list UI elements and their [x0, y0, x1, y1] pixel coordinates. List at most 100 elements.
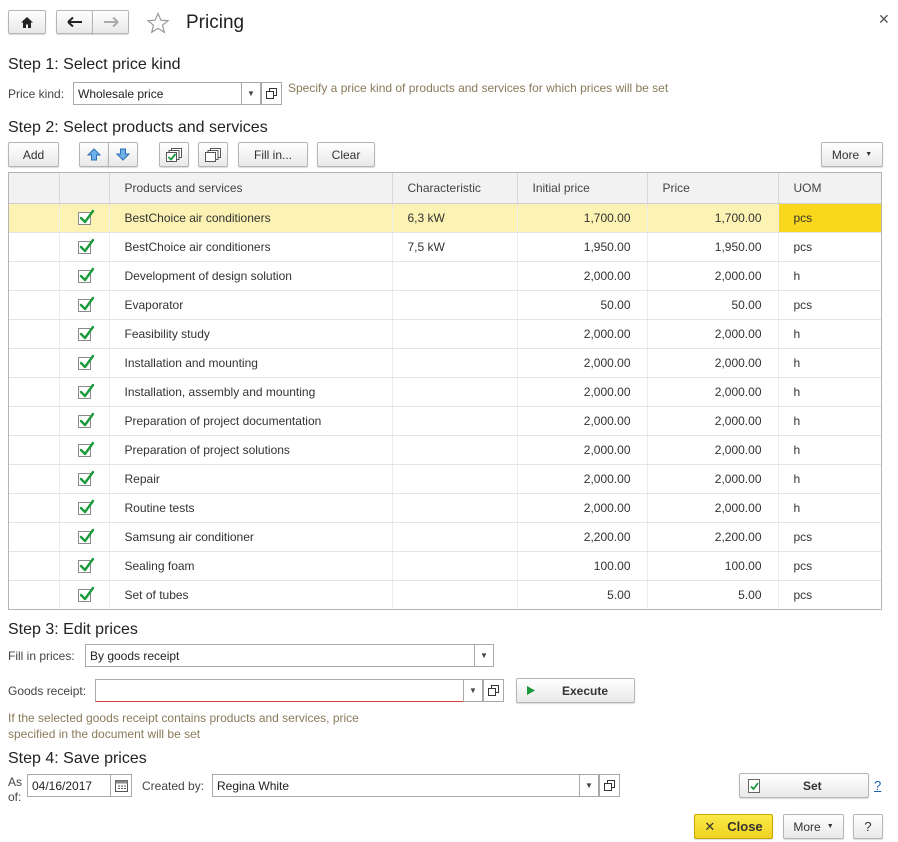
price-cell[interactable]: 2,000.00	[647, 377, 779, 407]
row-check-cell[interactable]	[59, 232, 110, 262]
characteristic-cell[interactable]	[392, 580, 518, 609]
initial-price-cell[interactable]: 2,000.00	[517, 377, 648, 407]
row-checkbox[interactable]	[77, 557, 94, 574]
row-checkbox[interactable]	[77, 354, 94, 371]
close-icon[interactable]: ✕	[878, 11, 890, 28]
footer-more-button[interactable]: More ▼	[783, 814, 844, 839]
initial-price-cell[interactable]: 1,950.00	[517, 232, 648, 262]
table-row[interactable]: Development of design solution 2,000.00 2,…	[9, 261, 881, 291]
characteristic-cell[interactable]	[392, 551, 518, 581]
price-cell[interactable]: 2,200.00	[647, 522, 779, 552]
uom-cell[interactable]: pcs	[778, 522, 881, 552]
product-cell[interactable]: Feasibility study	[109, 319, 393, 349]
execute-button[interactable]: Execute	[516, 678, 635, 703]
table-row[interactable]: Preparation of project solutions 2,000.00…	[9, 435, 881, 465]
characteristic-cell[interactable]	[392, 406, 518, 436]
uom-cell[interactable]: pcs	[778, 551, 881, 581]
product-cell[interactable]: Samsung air conditioner	[109, 522, 393, 552]
row-check-cell[interactable]	[59, 464, 110, 494]
product-cell[interactable]: BestChoice air conditioners	[109, 203, 393, 233]
price-kind-dropdown-button[interactable]: ▼	[241, 82, 261, 105]
product-cell[interactable]: Evaporator	[109, 290, 393, 320]
table-row[interactable]: Installation and mounting 2,000.00 2,000.0…	[9, 348, 881, 378]
column-header-price[interactable]: Price	[647, 173, 779, 204]
row-check-cell[interactable]	[59, 290, 110, 320]
row-check-cell[interactable]	[59, 580, 110, 609]
table-row[interactable]: Preparation of project documentation 2,00…	[9, 406, 881, 436]
uncheck-all-button[interactable]	[198, 142, 228, 167]
uom-cell[interactable]: pcs	[778, 232, 881, 262]
characteristic-cell[interactable]	[392, 493, 518, 523]
price-kind-field[interactable]: Wholesale price	[73, 82, 242, 105]
initial-price-cell[interactable]: 50.00	[517, 290, 648, 320]
price-cell[interactable]: 2,000.00	[647, 406, 779, 436]
row-marker-cell[interactable]	[9, 377, 60, 407]
row-checkbox[interactable]	[77, 296, 94, 313]
row-checkbox[interactable]	[77, 528, 94, 545]
initial-price-cell[interactable]: 2,000.00	[517, 406, 648, 436]
column-header-characteristic[interactable]: Characteristic	[392, 173, 518, 204]
row-check-cell[interactable]	[59, 493, 110, 523]
price-cell[interactable]: 2,000.00	[647, 435, 779, 465]
row-marker-cell[interactable]	[9, 290, 60, 320]
row-checkbox[interactable]	[77, 238, 94, 255]
goods-receipt-open-button[interactable]	[483, 679, 504, 702]
initial-price-cell[interactable]: 2,000.00	[517, 348, 648, 378]
table-row[interactable]: Repair 2,000.00 2,000.00 h	[9, 464, 881, 494]
check-all-button[interactable]	[159, 142, 189, 167]
characteristic-cell[interactable]	[392, 290, 518, 320]
table-row[interactable]: Samsung air conditioner 2,200.00 2,200.00 p…	[9, 522, 881, 552]
characteristic-cell[interactable]	[392, 348, 518, 378]
row-marker-cell[interactable]	[9, 522, 60, 552]
fill-prices-field[interactable]: By goods receipt	[85, 644, 475, 667]
characteristic-cell[interactable]	[392, 464, 518, 494]
price-cell[interactable]: 1,950.00	[647, 232, 779, 262]
row-check-cell[interactable]	[59, 319, 110, 349]
uom-cell[interactable]: h	[778, 406, 881, 436]
row-marker-cell[interactable]	[9, 580, 60, 609]
initial-price-cell[interactable]: 5.00	[517, 580, 648, 609]
row-marker-cell[interactable]	[9, 406, 60, 436]
initial-price-cell[interactable]: 100.00	[517, 551, 648, 581]
column-header-initial-price[interactable]: Initial price	[517, 173, 648, 204]
table-row[interactable]: Routine tests 2,000.00 2,000.00 h	[9, 493, 881, 523]
clear-button[interactable]: Clear	[317, 142, 375, 167]
price-cell[interactable]: 2,000.00	[647, 493, 779, 523]
table-row[interactable]: Feasibility study 2,000.00 2,000.00 h	[9, 319, 881, 349]
initial-price-cell[interactable]: 2,200.00	[517, 522, 648, 552]
price-cell[interactable]: 2,000.00	[647, 464, 779, 494]
product-cell[interactable]: Preparation of project solutions	[109, 435, 393, 465]
uom-cell[interactable]: h	[778, 493, 881, 523]
fill-prices-dropdown-button[interactable]: ▼	[474, 644, 494, 667]
forward-button[interactable]	[92, 10, 129, 34]
row-check-cell[interactable]	[59, 261, 110, 291]
price-cell[interactable]: 1,700.00	[647, 203, 779, 233]
calendar-button[interactable]	[110, 774, 132, 797]
back-button[interactable]	[56, 10, 93, 34]
product-cell[interactable]: Routine tests	[109, 493, 393, 523]
table-more-button[interactable]: More ▼	[821, 142, 883, 167]
home-button[interactable]	[8, 10, 46, 34]
characteristic-cell[interactable]	[392, 319, 518, 349]
uom-cell[interactable]: h	[778, 348, 881, 378]
price-cell[interactable]: 2,000.00	[647, 348, 779, 378]
product-cell[interactable]: Installation and mounting	[109, 348, 393, 378]
move-up-button[interactable]	[79, 142, 109, 167]
table-row[interactable]: Sealing foam 100.00 100.00 pcs	[9, 551, 881, 581]
initial-price-cell[interactable]: 1,700.00	[517, 203, 648, 233]
price-cell[interactable]: 100.00	[647, 551, 779, 581]
characteristic-cell[interactable]	[392, 377, 518, 407]
uom-cell[interactable]: h	[778, 261, 881, 291]
product-cell[interactable]: Repair	[109, 464, 393, 494]
product-cell[interactable]: Preparation of project documentation	[109, 406, 393, 436]
goods-receipt-dropdown-button[interactable]: ▼	[463, 679, 483, 702]
price-cell[interactable]: 2,000.00	[647, 261, 779, 291]
move-down-button[interactable]	[108, 142, 138, 167]
row-marker-cell[interactable]	[9, 551, 60, 581]
row-checkbox[interactable]	[77, 441, 94, 458]
row-check-cell[interactable]	[59, 551, 110, 581]
row-check-cell[interactable]	[59, 203, 110, 233]
close-button[interactable]: ✕ Close	[694, 814, 773, 839]
table-row[interactable]: BestChoice air conditioners 6,3 kW 1,700.0…	[9, 203, 881, 233]
set-help-link[interactable]: ?	[874, 778, 881, 793]
